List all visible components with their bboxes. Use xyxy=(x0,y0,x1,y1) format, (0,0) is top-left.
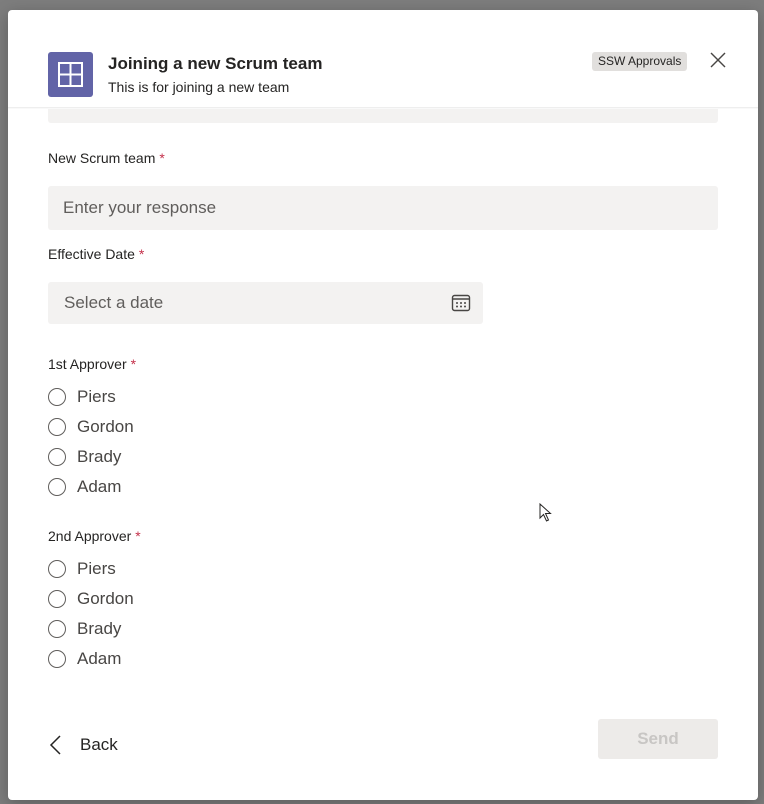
radio-button[interactable] xyxy=(48,448,66,466)
approver2-option-brady[interactable]: Brady xyxy=(48,616,121,642)
radio-button[interactable] xyxy=(48,650,66,668)
form-scroll-area[interactable]: New Scrum team* Effective Date* Select a… xyxy=(8,107,758,697)
new-scrum-team-label: New Scrum team * xyxy=(48,150,165,166)
chevron-left-icon xyxy=(49,735,61,755)
radio-button[interactable] xyxy=(48,418,66,436)
radio-button[interactable] xyxy=(48,560,66,578)
approver2-option-gordon[interactable]: Gordon xyxy=(48,586,134,612)
approver1-option-gordon[interactable]: Gordon xyxy=(48,414,134,440)
approver1-option-adam[interactable]: Adam xyxy=(48,474,121,500)
send-button[interactable]: Send xyxy=(598,719,718,759)
radio-button[interactable] xyxy=(48,620,66,638)
radio-button[interactable] xyxy=(48,590,66,608)
second-approver-label: 2nd Approver * xyxy=(48,528,141,544)
approver2-option-piers[interactable]: Piers xyxy=(48,556,116,582)
radio-button[interactable] xyxy=(48,478,66,496)
header-divider xyxy=(8,107,758,109)
approval-dialog: Joining a new Scrum team This is for joi… xyxy=(8,10,758,800)
effective-date-label: Effective Date * xyxy=(48,246,145,262)
calendar-icon[interactable] xyxy=(451,293,471,313)
first-approver-label: 1st Approver * xyxy=(48,356,137,372)
mouse-cursor-icon xyxy=(539,503,552,522)
dialog-title: Joining a new Scrum team xyxy=(108,54,323,73)
approver2-option-adam[interactable]: Adam xyxy=(48,646,121,672)
back-button[interactable]: Back xyxy=(48,732,118,758)
approver1-option-brady[interactable]: Brady xyxy=(48,444,121,470)
radio-button[interactable] xyxy=(48,388,66,406)
previous-field-input[interactable] xyxy=(48,107,718,123)
date-placeholder: Select a date xyxy=(64,293,164,312)
dialog-subtitle: This is for joining a new team xyxy=(108,79,290,95)
close-button[interactable] xyxy=(708,50,728,70)
effective-date-picker[interactable]: Select a date xyxy=(48,282,483,324)
app-badge: SSW Approvals xyxy=(592,52,688,71)
app-logo-icon xyxy=(48,52,93,97)
new-scrum-team-input[interactable] xyxy=(48,186,718,230)
close-icon xyxy=(710,52,726,68)
approver1-option-piers[interactable]: Piers xyxy=(48,384,116,410)
